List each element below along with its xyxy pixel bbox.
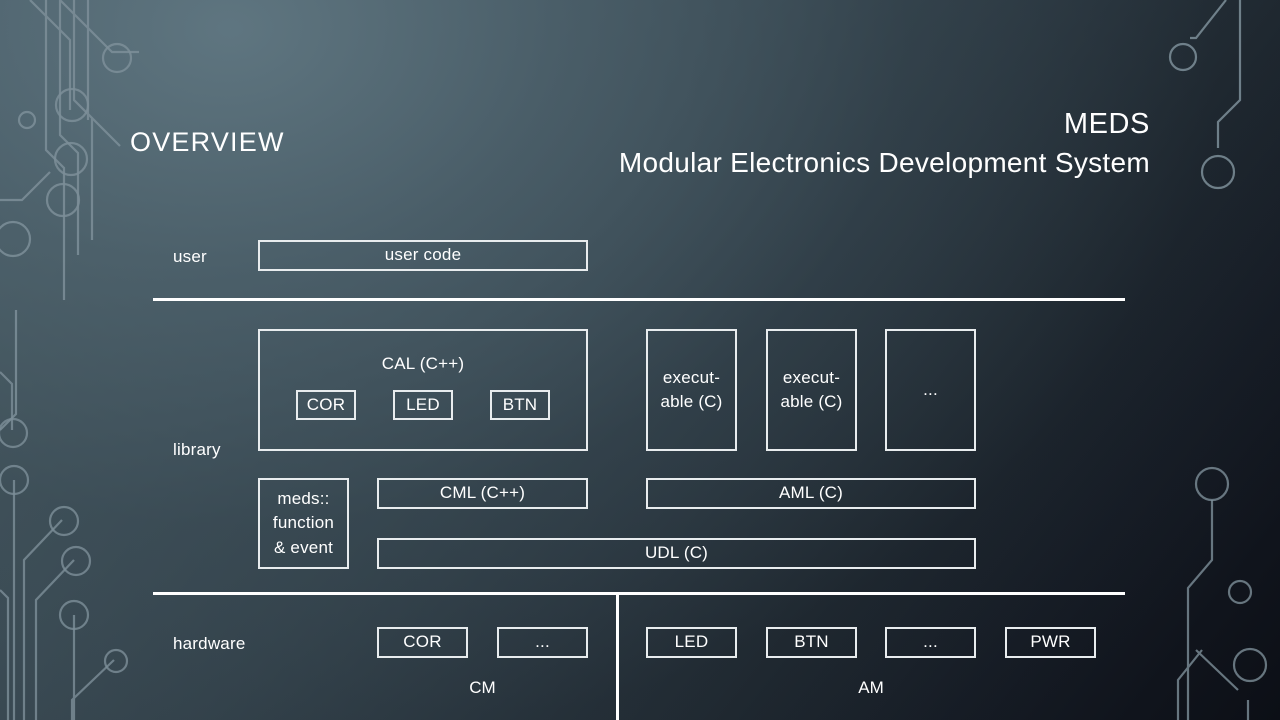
box-cml: CML (C++) [377, 478, 588, 509]
layer-label-user: user [173, 247, 207, 266]
box-cal-btn: BTN [490, 390, 550, 420]
box-meds-function-event: meds:: function & event [258, 478, 349, 569]
box-hw-cm-cor: COR [377, 627, 468, 658]
divider-library-hardware [153, 592, 1125, 595]
brand-subtitle: Modular Electronics Development System [618, 147, 1150, 178]
layer-label-hardware: hardware [173, 634, 246, 653]
page-title: Overview [130, 118, 285, 160]
slide: Overview MEDS Modular Electronics Develo… [0, 0, 1280, 720]
box-cal-cor: COR [296, 390, 356, 420]
layer-label-library: library [173, 440, 221, 459]
box-aml: AML (C) [646, 478, 976, 509]
caption-cm: CM [469, 678, 496, 697]
box-executable-2: execut- able (C) [766, 329, 857, 451]
box-udl: UDL (C) [377, 538, 976, 569]
box-executable-1: execut- able (C) [646, 329, 737, 451]
box-hw-cm-more: ... [497, 627, 588, 658]
box-user-code: user code [258, 240, 588, 271]
brand-title: MEDS [1063, 108, 1150, 140]
box-hw-am-pwr: PWR [1005, 627, 1096, 658]
box-hw-am-led: LED [646, 627, 737, 658]
box-executable-more: ... [885, 329, 976, 451]
divider-user-library [153, 298, 1125, 301]
group-cal-title: CAL (C++) [381, 354, 465, 373]
box-cal-led: LED [393, 390, 453, 420]
caption-am: AM [858, 678, 884, 697]
box-hw-am-btn: BTN [766, 627, 857, 658]
divider-cm-am [616, 594, 619, 720]
box-hw-am-more: ... [885, 627, 976, 658]
circuit-decoration-right [1168, 0, 1268, 720]
circuit-decoration-left [0, 0, 139, 720]
